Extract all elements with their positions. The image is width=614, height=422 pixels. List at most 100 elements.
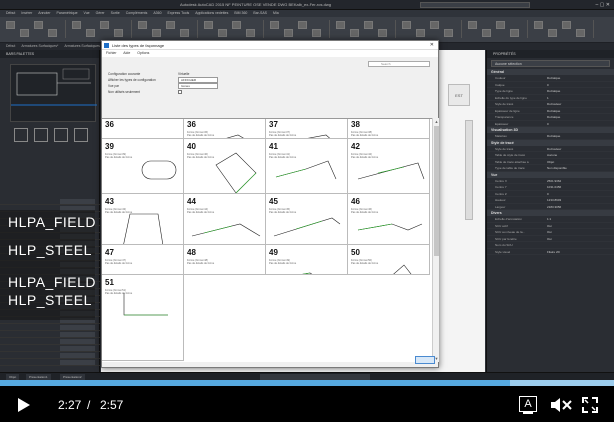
shape-cell[interactable]: 40 Forme (format 40) Pas de détails de for…: [184, 139, 266, 194]
navigation-bar[interactable]: [465, 120, 473, 220]
menu-item[interactable]: Fichier: [106, 51, 117, 55]
document-tab[interactable]: Début: [6, 43, 15, 50]
property-row[interactable]: Largeur 2183.3056: [487, 204, 614, 210]
shape-cell[interactable]: 41 Forme (format 41) Pas de détails de for…: [266, 139, 348, 194]
ribbon-tool-icon[interactable]: [562, 21, 571, 29]
shape-cell[interactable]: 36 Forme (format 36) Pas de détails de for…: [184, 119, 266, 139]
property-row[interactable]: Type de table de tracé Non disponible: [487, 165, 614, 172]
filter-dropdown[interactable]: AFFICHER: [178, 77, 218, 83]
ribbon-tab[interactable]: A360: [153, 10, 161, 17]
ribbon-tool-icon[interactable]: [468, 21, 477, 29]
shape-cell[interactable]: 45 Forme (format 45) Pas de détails de for…: [266, 194, 348, 245]
selection-dropdown[interactable]: Aucune sélection: [491, 60, 610, 67]
ribbon-tool-icon[interactable]: [232, 21, 241, 29]
ribbon-tab[interactable]: Express Tools: [168, 10, 190, 17]
viewcube-icon[interactable]: EST: [448, 84, 470, 106]
scroll-thumb[interactable]: [434, 126, 439, 256]
ribbon-tab[interactable]: Mia: [273, 10, 279, 17]
window-controls-icon[interactable]: – ▢ ✕: [596, 2, 610, 8]
document-tab[interactable]: Armatures Surfaciques*: [21, 43, 58, 50]
ribbon-tab[interactable]: Vue: [84, 10, 90, 17]
ribbon-tab[interactable]: Applications vedettes: [195, 10, 228, 17]
ribbon-tool-icon[interactable]: [72, 21, 81, 29]
ribbon-tool-icon[interactable]: [180, 29, 189, 37]
shape-cell[interactable]: 36: [102, 119, 184, 139]
ribbon-tab[interactable]: Compléments: [126, 10, 148, 17]
ribbon-tool-icon[interactable]: [496, 21, 505, 29]
shape-cell[interactable]: 37 Forme (format 37) Pas de détails de for…: [266, 119, 348, 139]
play-icon[interactable]: [18, 398, 30, 412]
shape-cell[interactable]: 44 Forme (format 44) Pas de détails de for…: [184, 194, 266, 245]
ribbon-tab[interactable]: Début: [6, 10, 15, 17]
ribbon-tool-icon[interactable]: [402, 21, 411, 29]
shape-cell[interactable]: 47 Forme (format 47) Pas de détails de for…: [102, 245, 184, 275]
palette-swatch-icon[interactable]: [34, 128, 48, 142]
ribbon-tab[interactable]: Insérer: [21, 10, 32, 17]
shape-cell[interactable]: 51 Forme (format 51) Pas de détails de for…: [102, 275, 184, 361]
menu-item[interactable]: Options: [137, 51, 149, 55]
ribbon-tool-icon[interactable]: [416, 29, 425, 37]
ribbon-tool-icon[interactable]: [204, 21, 213, 29]
document-tab[interactable]: Armatures Surfaciques: [64, 43, 100, 50]
property-row[interactable]: Matériau DuCalque: [487, 133, 614, 140]
mute-icon[interactable]: [550, 397, 572, 413]
palette-swatch-icon[interactable]: [74, 128, 88, 142]
ribbon-tab[interactable]: Annoter: [38, 10, 50, 17]
ribbon-tool-icon[interactable]: [576, 29, 585, 37]
ribbon-tool-icon[interactable]: [218, 29, 227, 37]
ribbon-tool-icon[interactable]: [166, 21, 175, 29]
ribbon-tool-icon[interactable]: [6, 21, 15, 29]
scroll-up-icon[interactable]: ▲: [434, 119, 439, 124]
shape-cell[interactable]: 43 Forme (format 43) Pas de détails de for…: [102, 194, 184, 245]
ribbon-tool-icon[interactable]: [152, 29, 161, 37]
ribbon-tool-icon[interactable]: [270, 21, 279, 29]
property-row[interactable]: Epaisseur 0: [487, 121, 614, 127]
ribbon-tool-icon[interactable]: [312, 29, 321, 37]
ribbon-tool-icon[interactable]: [510, 29, 519, 37]
shape-cell[interactable]: 38 Forme (format 38) Pas de détails de for…: [348, 119, 430, 139]
ribbon-tool-icon[interactable]: [444, 29, 453, 37]
menu-item[interactable]: Aide: [123, 51, 130, 55]
video-frame[interactable]: Autodesk AutoCAD 2015 NF PEINTURE OSE VE…: [0, 0, 614, 386]
ribbon-tab[interactable]: Bar-SAS: [253, 10, 267, 17]
palette-swatch-icon[interactable]: [14, 128, 28, 142]
ribbon-tab[interactable]: BIM 360: [234, 10, 247, 17]
palette-preview[interactable]: [10, 64, 97, 122]
shape-cell[interactable]: 46 Forme (format 46) Pas de détails de for…: [348, 194, 430, 245]
ribbon-tool-icon[interactable]: [86, 29, 95, 37]
ribbon-tool-icon[interactable]: [548, 29, 557, 37]
ribbon-tool-icon[interactable]: [138, 21, 147, 29]
ribbon-tool-icon[interactable]: [284, 29, 293, 37]
view-dropdown[interactable]: Icones: [178, 83, 218, 89]
ribbon-tool-icon[interactable]: [298, 21, 307, 29]
captions-button[interactable]: A: [519, 396, 537, 414]
ribbon-tool-icon[interactable]: [350, 29, 359, 37]
ribbon-tool-icon[interactable]: [378, 29, 387, 37]
shape-cell[interactable]: 50 Forme (format 50) Pas de détails de for…: [348, 245, 430, 275]
ribbon-tool-icon[interactable]: [114, 29, 123, 37]
ribbon-tool-icon[interactable]: [534, 21, 543, 29]
ribbon-tool-icon[interactable]: [34, 21, 43, 29]
fullscreen-icon[interactable]: [582, 397, 598, 413]
unused-checkbox[interactable]: [178, 90, 182, 94]
ribbon-tab[interactable]: Paramétrique: [57, 10, 78, 17]
ribbon-tab[interactable]: Gérer: [96, 10, 105, 17]
shape-cell[interactable]: 48 Forme (format 48) Pas de détails de for…: [184, 245, 266, 275]
ribbon-tool-icon[interactable]: [430, 21, 439, 29]
ribbon-tool-icon[interactable]: [336, 21, 345, 29]
ok-button[interactable]: [415, 356, 435, 364]
ribbon-tool-icon[interactable]: [100, 21, 109, 29]
ribbon-tool-icon[interactable]: [364, 21, 373, 29]
shape-cell[interactable]: 39 Forme (format 39) Pas de détails de for…: [102, 139, 184, 194]
ribbon-tool-icon[interactable]: [246, 29, 255, 37]
property-row[interactable]: Style visuel Filaire 2D: [487, 249, 614, 255]
palette-swatch-icon[interactable]: [54, 128, 68, 142]
ribbon-tool-icon[interactable]: [482, 29, 491, 37]
shape-cell[interactable]: 49 Forme (format 49) Pas de détails de for…: [266, 245, 348, 275]
shape-cell[interactable]: 42 Forme (format 42) Pas de détails de for…: [348, 139, 430, 194]
grid-scrollbar[interactable]: ▲ ▼: [432, 118, 439, 362]
app-search-field[interactable]: [420, 2, 530, 8]
ribbon-tab[interactable]: Sortie: [111, 10, 120, 17]
ribbon-tool-icon[interactable]: [48, 29, 57, 37]
search-input[interactable]: Search: [368, 61, 430, 67]
